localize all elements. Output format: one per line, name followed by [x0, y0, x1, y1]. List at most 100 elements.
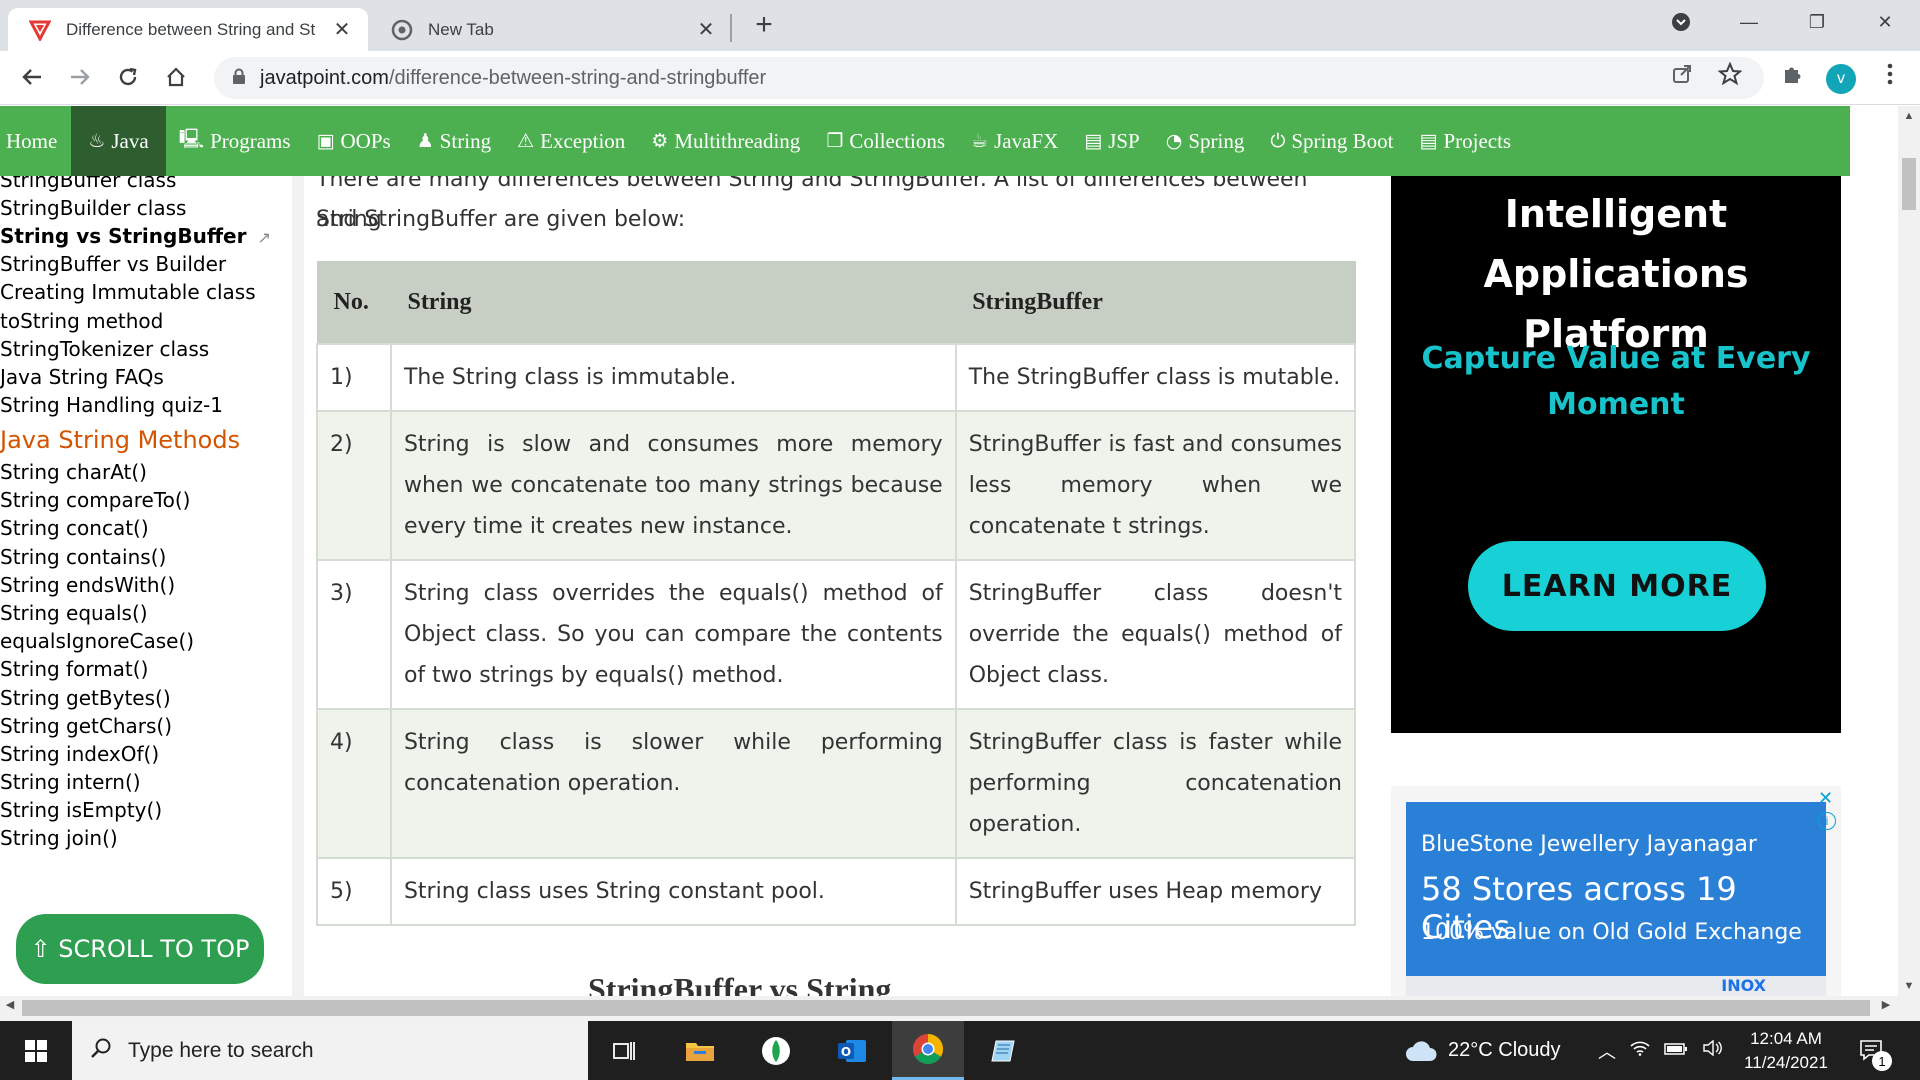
sidebar-link[interactable]: String charAt()	[0, 460, 147, 484]
scroll-down-arrow-icon[interactable]: ▼	[1898, 976, 1920, 996]
battery-icon[interactable]	[1664, 1040, 1688, 1061]
nav-java[interactable]: ♨ Java	[71, 106, 166, 176]
ad-brand: BlueStone Jewellery Jayanagar	[1421, 832, 1757, 857]
nav-string[interactable]: ♟ String	[404, 106, 504, 176]
nav-collections[interactable]: ❐ Collections	[813, 106, 958, 176]
nav-label: Projects	[1443, 128, 1512, 153]
tab-new-tab[interactable]: New Tab ✕	[376, 8, 732, 51]
nav-multithreading[interactable]: ⚙ Multithreading	[638, 106, 813, 176]
sidebar-link[interactable]: String isEmpty()	[0, 798, 162, 822]
sidebar-link[interactable]: equalsIgnoreCase()	[0, 629, 194, 653]
sidebar-link[interactable]: String endsWith()	[0, 573, 175, 597]
nav-spring[interactable]: ◔ Spring	[1153, 106, 1258, 176]
header-string: String	[390, 261, 957, 344]
weather-widget[interactable]: 22°C Cloudy	[1404, 1021, 1561, 1080]
extensions-puzzle-icon[interactable]	[1778, 60, 1806, 88]
ad-learn-more-button[interactable]: LEARN MORE	[1468, 541, 1766, 631]
chrome-icon[interactable]	[892, 1021, 964, 1080]
nav-oops[interactable]: ▣ OOPs	[304, 106, 404, 176]
stack-icon: ❐	[826, 130, 844, 152]
nav-label: Spring Boot	[1291, 128, 1394, 153]
sidebar-link[interactable]: String concat()	[0, 516, 149, 540]
map-label: INOX	[1721, 976, 1766, 995]
advertisement-banner[interactable]: Intelligent Applications Platform Captur…	[1391, 176, 1841, 733]
figure-icon: ♟	[416, 130, 434, 152]
nav-javafx[interactable]: ☕ JavaFX	[958, 106, 1071, 176]
nav-spring-boot[interactable]: ⏻ Spring Boot	[1257, 106, 1406, 176]
nav-home[interactable]: Home	[0, 106, 71, 176]
nav-jsp[interactable]: ▤ JSP	[1071, 106, 1152, 176]
ad-info-icon[interactable]: i	[1818, 812, 1836, 830]
notification-center-icon[interactable]: 1	[1856, 1035, 1892, 1071]
sidebar-link[interactable]: StringBuffer class	[0, 176, 176, 192]
sidebar-link[interactable]: String compareTo()	[0, 488, 190, 512]
scroll-to-top-button[interactable]: ⇧ SCROLL TO TOP	[16, 914, 264, 984]
sidebar-link[interactable]: Java String FAQs	[0, 365, 164, 389]
profile-avatar[interactable]: v	[1826, 64, 1856, 94]
sidebar-link[interactable]: Creating Immutable class	[0, 280, 256, 304]
horizontal-scrollbar[interactable]: ◀ ▶	[0, 996, 1898, 1021]
sidebar-link[interactable]: String format()	[0, 657, 148, 681]
sidebar-link[interactable]: String Handling quiz-1	[0, 393, 223, 417]
forward-button[interactable]	[62, 59, 98, 95]
browser-green-icon[interactable]	[740, 1021, 812, 1080]
advertisement-jewellery[interactable]: BlueStone Jewellery Jayanagar 58 Stores …	[1391, 786, 1841, 1021]
tab-close-icon[interactable]: ✕	[694, 18, 718, 42]
sidebar-link[interactable]: toString method	[0, 309, 163, 333]
sidebar-link[interactable]: String intern()	[0, 770, 141, 794]
notepad-icon[interactable]	[968, 1021, 1040, 1080]
scroll-up-arrow-icon[interactable]: ▲	[1898, 106, 1920, 126]
main-nav: Home ♨ Java 🖳 Programs ▣ OOPs ♟ String ⚠ Exce…	[0, 106, 1850, 176]
sidebar-link[interactable]: String contains()	[0, 545, 166, 569]
wifi-icon[interactable]	[1630, 1040, 1650, 1061]
sidebar-link[interactable]: String getChars()	[0, 714, 172, 738]
tab-search-button[interactable]	[1650, 0, 1712, 44]
minimize-button[interactable]: —	[1718, 0, 1780, 44]
sidebar-link[interactable]: StringBuffer vs Builder	[0, 252, 226, 276]
restore-button[interactable]: ❐	[1786, 0, 1848, 44]
sidebar-link[interactable]: String join()	[0, 826, 118, 850]
ad-offer: 100% value on Old Gold Exchange	[1421, 920, 1802, 945]
file-explorer-icon[interactable]	[664, 1021, 736, 1080]
row-number: 2)	[316, 409, 392, 561]
clock[interactable]: 12:04 AM 11/24/2021	[1736, 1027, 1836, 1075]
taskbar-search-box[interactable]: Type here to search	[72, 1021, 588, 1080]
sidebar-link[interactable]: StringBuilder class	[0, 196, 186, 220]
outlook-icon[interactable]: O	[816, 1021, 888, 1080]
sidebar-link-current[interactable]: String vs StringBuffer ↗	[0, 224, 271, 248]
sidebar-link[interactable]: String equals()	[0, 601, 148, 625]
home-button[interactable]	[158, 59, 194, 95]
table-row: 3) String class overrides the equals() m…	[316, 558, 1357, 710]
nav-label: Programs	[210, 128, 291, 153]
search-placeholder: Type here to search	[128, 1038, 314, 1062]
vertical-scrollbar[interactable]: ▲ ▼	[1898, 106, 1920, 1021]
close-window-button[interactable]: ✕	[1854, 0, 1916, 44]
nav-exception[interactable]: ⚠ Exception	[504, 106, 638, 176]
start-button[interactable]	[0, 1021, 72, 1080]
sidebar-link[interactable]: String getBytes()	[0, 686, 171, 710]
reload-button[interactable]	[110, 59, 146, 95]
bookmark-star-icon[interactable]	[1716, 60, 1744, 88]
chevron-up-icon[interactable]: ︿	[1598, 1038, 1616, 1064]
share-icon[interactable]	[1668, 60, 1696, 88]
nav-projects[interactable]: ▤ Projects	[1406, 106, 1524, 176]
tab-javatpoint[interactable]: Difference between String and St ✕	[8, 8, 368, 51]
sidebar-link[interactable]: StringTokenizer class	[0, 337, 209, 361]
sidebar-link[interactable]: String indexOf()	[0, 742, 159, 766]
scrollbar-thumb[interactable]	[22, 1000, 1870, 1016]
nav-programs[interactable]: 🖳 Programs	[166, 106, 304, 176]
address-bar[interactable]: javatpoint.com/difference-between-string…	[214, 57, 1764, 99]
sidebar: StringBuffer class StringBuilder class S…	[0, 176, 292, 1021]
tab-close-icon[interactable]: ✕	[330, 18, 354, 42]
new-tab-button[interactable]: +	[748, 10, 780, 42]
chrome-favicon-icon	[390, 18, 414, 42]
ad-close-icon[interactable]: ✕	[1818, 788, 1833, 809]
back-button[interactable]	[14, 59, 50, 95]
scroll-right-arrow-icon[interactable]: ▶	[1876, 998, 1896, 1011]
scrollbar-thumb[interactable]	[1902, 158, 1916, 210]
menu-kebab-icon[interactable]	[1876, 60, 1904, 88]
volume-icon[interactable]	[1702, 1039, 1722, 1061]
ad-card[interactable]: BlueStone Jewellery Jayanagar 58 Stores …	[1406, 802, 1826, 1002]
task-view-icon[interactable]	[588, 1021, 660, 1080]
scroll-left-arrow-icon[interactable]: ◀	[0, 998, 20, 1011]
